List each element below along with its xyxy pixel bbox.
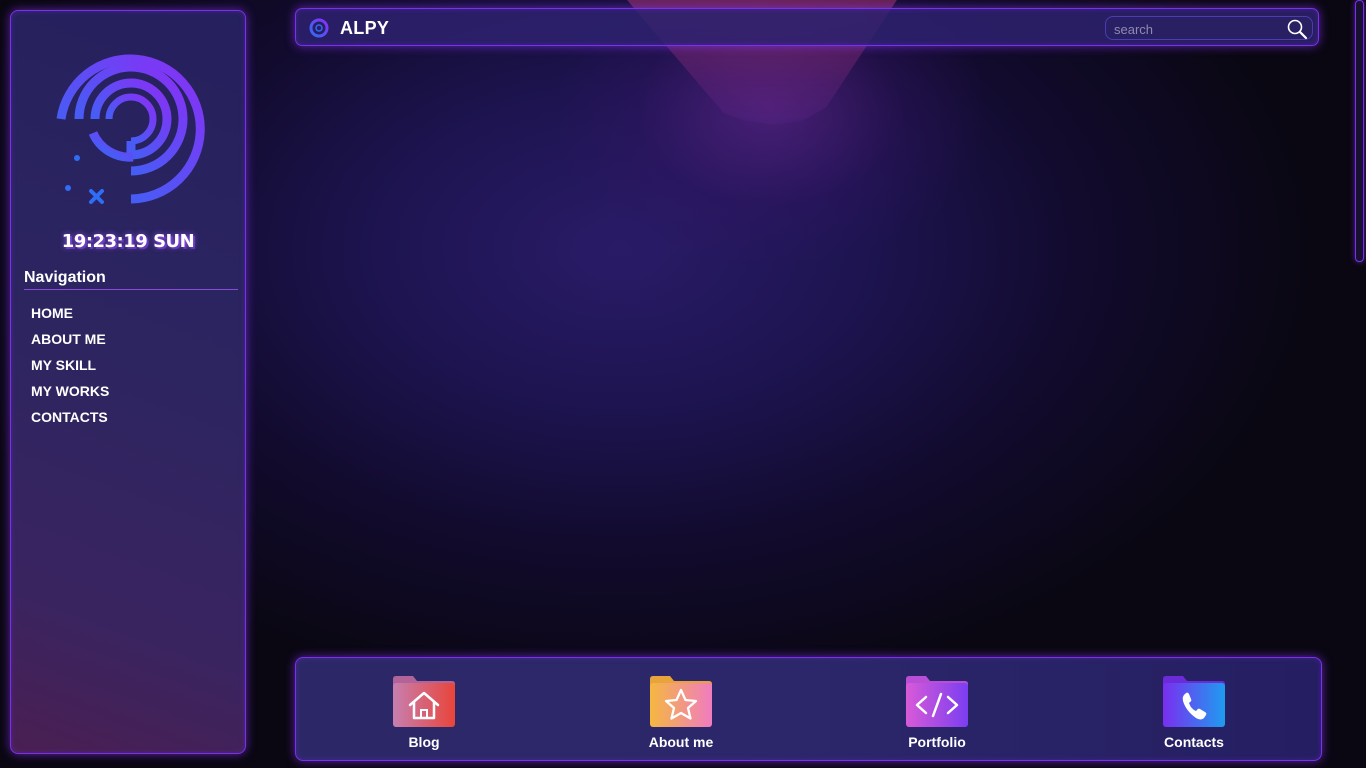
dock-label: Portfolio [908,734,966,750]
nav-item-about-me[interactable]: ABOUT ME [31,328,109,354]
sidebar: 19:23:19 SUN Navigation HOME ABOUT ME MY… [10,10,246,754]
dock-label: About me [648,734,714,750]
search-input[interactable] [1112,19,1286,39]
dock-item-about-me[interactable]: About me [621,674,741,758]
folder-phone-icon [1163,676,1225,727]
dock: Blog About me Portfolio Contacts [295,657,1322,761]
ring-logo-icon[interactable] [309,18,329,38]
dock-item-blog[interactable]: Blog [364,674,484,758]
nav-item-contacts[interactable]: CONTACTS [31,406,109,432]
dock-item-contacts[interactable]: Contacts [1134,674,1254,758]
search-icon[interactable] [1286,18,1308,40]
top-bar: ALPY [295,8,1319,46]
nav-item-my-skill[interactable]: MY SKILL [31,354,109,380]
nav-item-my-works[interactable]: MY WORKS [31,380,109,406]
dock-label: Blog [408,734,440,750]
page-scrollbar[interactable] [1354,0,1366,768]
spiral-logo-icon [56,54,205,204]
folder-home-icon [393,676,455,727]
folder-star-icon [650,676,712,727]
nav-list: HOME ABOUT ME MY SKILL MY WORKS CONTACTS [31,302,109,432]
brand-name[interactable]: ALPY [340,18,389,39]
search-box [1105,16,1313,40]
dock-label: Contacts [1164,734,1224,750]
nav-title: Navigation [24,269,106,286]
clock: 19:23:19 SUN [61,231,195,252]
folder-code-icon [906,676,968,727]
scrollbar-thumb[interactable] [1355,0,1364,262]
nav-divider [24,289,238,290]
dock-item-portfolio[interactable]: Portfolio [877,674,997,758]
nav-item-home[interactable]: HOME [31,302,109,328]
